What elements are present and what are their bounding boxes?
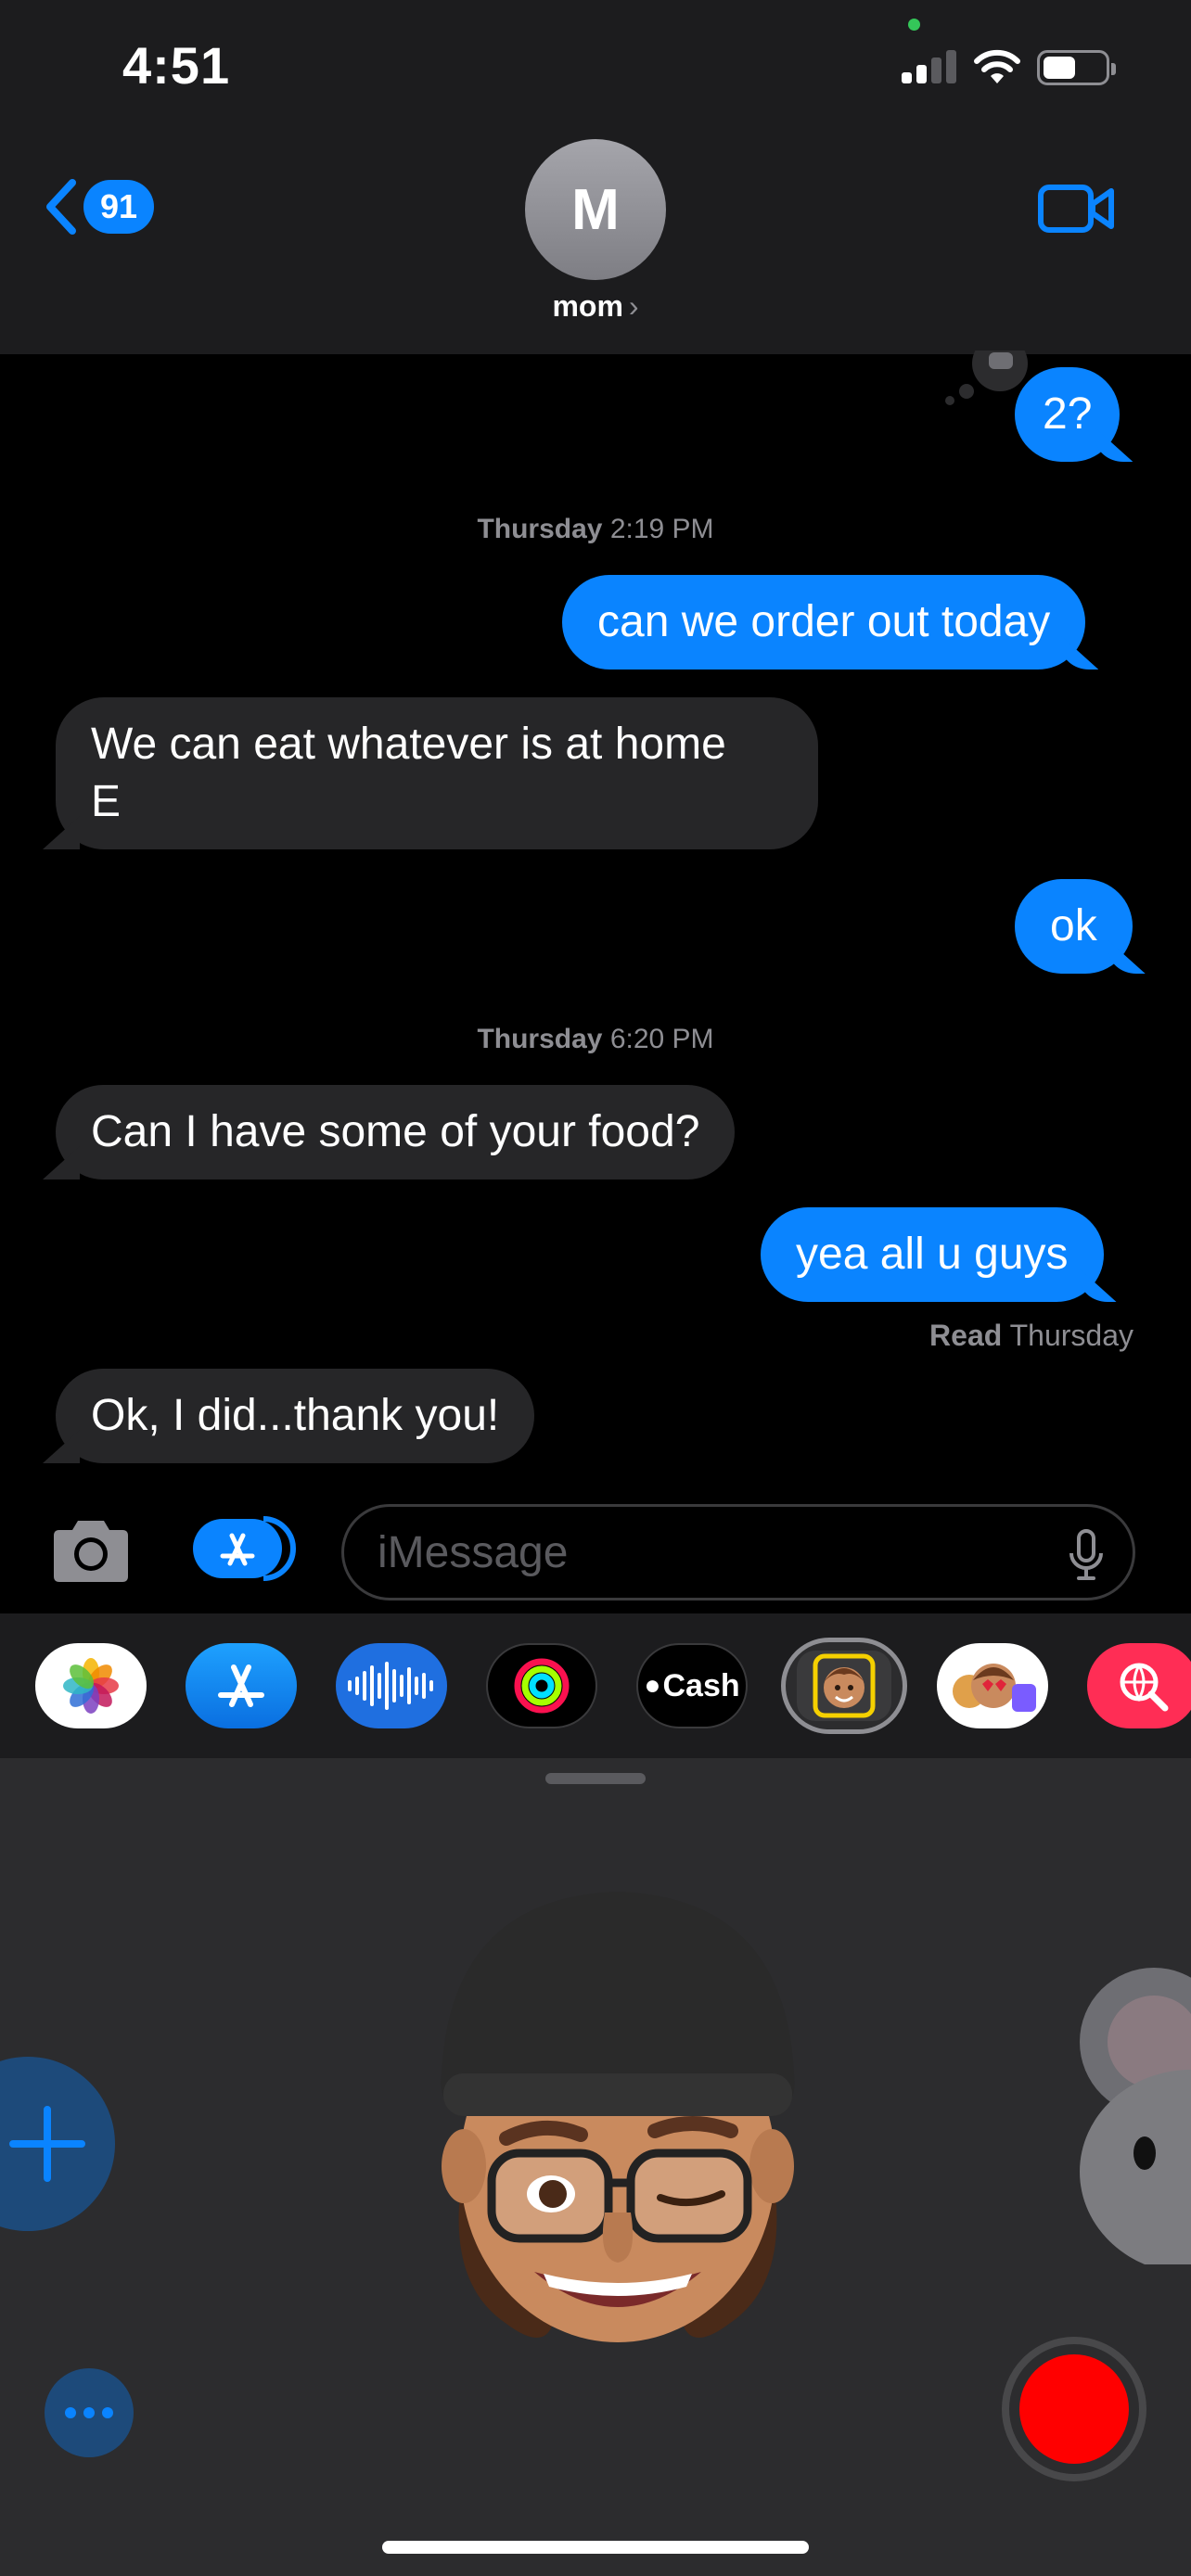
imessage-field[interactable] — [341, 1504, 1135, 1600]
chevron-right-icon: › — [628, 289, 639, 323]
activity-app-button[interactable] — [486, 1643, 597, 1728]
activity-icon — [514, 1658, 570, 1714]
facetime-video-button[interactable] — [1037, 176, 1115, 241]
message-text: Can I have some of your food? — [91, 1107, 700, 1156]
contact-avatar[interactable]: M — [525, 139, 666, 280]
message-text: 2? — [1043, 389, 1093, 439]
memoji-stickers-icon — [953, 1664, 1036, 1712]
audio-message-icon — [348, 1662, 433, 1710]
read-receipt: Read Thursday — [929, 1319, 1133, 1353]
cellular-signal-icon — [902, 50, 957, 83]
dot-icon — [83, 2407, 95, 2418]
apple-cash-label: Cash — [662, 1667, 740, 1703]
drawer-grabber[interactable] — [545, 1773, 646, 1784]
conversation-header: 4:51 91 M mom › — [0, 0, 1191, 354]
contact-name-button[interactable]: mom › — [0, 289, 1191, 324]
message-bubble-sent[interactable]: 2? — [1015, 367, 1121, 462]
plus-icon — [9, 2106, 85, 2182]
memoji-character[interactable] — [423, 1888, 813, 2352]
message-text-line: E — [91, 777, 122, 826]
timestamp: Thursday 6:20 PM — [0, 1024, 1191, 1055]
audio-message-app-button[interactable] — [336, 1643, 447, 1728]
battery-icon — [1037, 50, 1116, 85]
photos-icon — [63, 1658, 119, 1714]
timestamp-time: 6:20 PM — [609, 1024, 714, 1054]
wifi-icon — [974, 49, 1020, 83]
record-icon — [1019, 2354, 1129, 2464]
timestamp: Thursday 2:19 PM — [0, 514, 1191, 545]
more-options-button[interactable] — [45, 2368, 134, 2457]
memoji-app-button[interactable] — [781, 1638, 907, 1734]
message-bubble-received[interactable]: Can I have some of your food? — [56, 1085, 736, 1180]
message-bubble-sent[interactable]: yea all u guys — [761, 1207, 1104, 1302]
app-store-app-button[interactable] — [186, 1643, 297, 1728]
status-time: 4:51 — [122, 36, 231, 95]
read-receipt-time: Thursday — [1009, 1319, 1133, 1352]
back-button[interactable]: 91 — [43, 174, 154, 239]
message-bubble-sent[interactable]: ok — [1015, 879, 1133, 974]
photos-app-button[interactable] — [35, 1643, 147, 1728]
apple-cash-app-button[interactable]: ● Cash — [636, 1643, 748, 1728]
message-input[interactable] — [378, 1507, 1027, 1598]
animoji-mouse-character[interactable] — [1052, 1968, 1191, 2264]
message-text-line: We can eat whatever is at home — [91, 720, 726, 769]
timestamp-day: Thursday — [477, 1024, 603, 1054]
message-text: yea all u guys — [796, 1230, 1069, 1279]
timestamp-time: 2:19 PM — [609, 514, 714, 544]
message-text: can we order out today — [597, 597, 1051, 646]
message-bubble-received[interactable]: We can eat whatever is at home E — [56, 697, 818, 849]
timestamp-day: Thursday — [477, 514, 603, 544]
web-search-app-button[interactable] — [1087, 1643, 1191, 1728]
camera-in-use-indicator — [908, 19, 920, 31]
unread-count-badge: 91 — [83, 180, 154, 234]
message-list[interactable]: 2? Thursday 2:19 PM can we order out tod… — [0, 351, 1191, 1484]
avatar-initial: M — [571, 177, 620, 242]
camera-button[interactable] — [48, 1517, 134, 1584]
chevron-left-icon — [46, 179, 76, 235]
record-button[interactable] — [1002, 2337, 1146, 2481]
memoji-stickers-app-button[interactable] — [937, 1643, 1048, 1728]
home-indicator[interactable] — [382, 2541, 809, 2554]
app-store-icon — [218, 1664, 264, 1707]
apple-logo-icon: ● — [644, 1670, 661, 1701]
dot-icon — [102, 2407, 113, 2418]
web-search-icon — [1120, 1663, 1169, 1712]
message-text: ok — [1050, 901, 1097, 950]
read-receipt-label: Read — [929, 1319, 1003, 1352]
contact-name: mom — [552, 289, 623, 323]
microphone-icon[interactable] — [1068, 1529, 1105, 1581]
app-strip[interactable]: ● Cash — [0, 1613, 1191, 1758]
message-bubble-sent[interactable]: can we order out today — [562, 575, 1086, 670]
dot-icon — [65, 2407, 76, 2418]
compose-bar — [0, 1484, 1191, 1613]
memoji-icon — [797, 1651, 891, 1721]
add-memoji-button[interactable] — [0, 2057, 115, 2231]
message-text: Ok, I did...thank you! — [91, 1391, 500, 1440]
app-store-apps-button[interactable] — [193, 1515, 297, 1582]
imessage-app-drawer: ● Cash — [0, 1613, 1191, 2576]
message-bubble-received[interactable]: Ok, I did...thank you! — [56, 1369, 535, 1463]
